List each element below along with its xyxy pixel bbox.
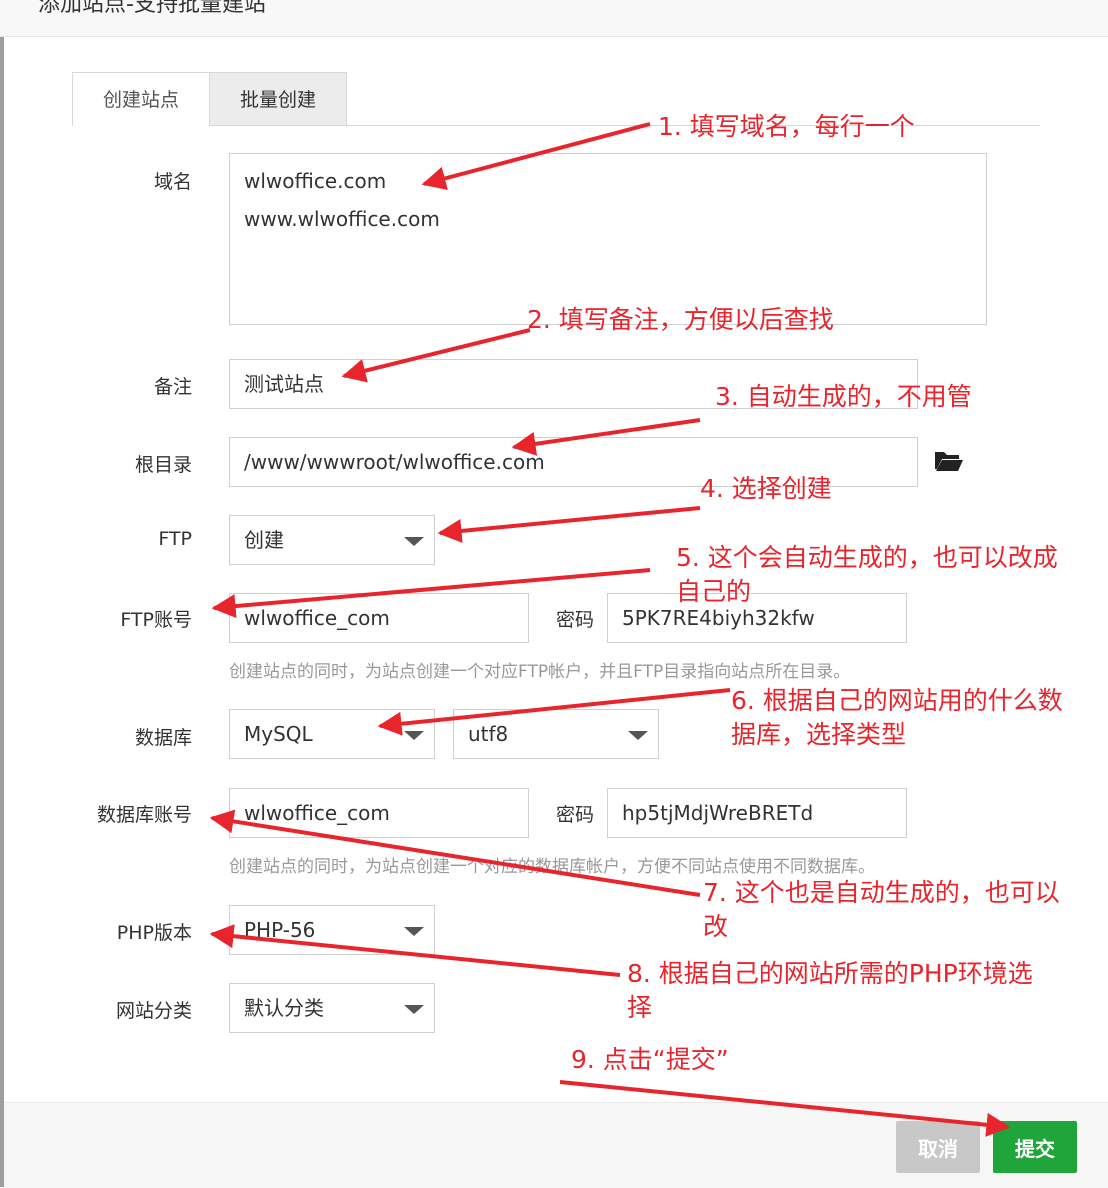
site-category-select[interactable]: 默认分类 bbox=[229, 983, 435, 1033]
annotation-note-6-line1: 6. 根据自己的网站用的什么数 bbox=[731, 686, 1063, 715]
annotation-note-5: 5. 这个会自动生成的，也可以改成 自己的 bbox=[676, 541, 1058, 609]
annotation-note-4: 4. 选择创建 bbox=[700, 474, 832, 503]
domain-line: www.wlwoffice.com bbox=[244, 207, 440, 231]
annotation-note-3: 3. 自动生成的，不用管 bbox=[715, 382, 972, 411]
remark-label: 备注 bbox=[153, 376, 192, 398]
folder-open-icon[interactable] bbox=[934, 449, 964, 473]
annotation-note-2: 2. 填写备注，方便以后查找 bbox=[527, 305, 834, 334]
tab-create-site[interactable]: 创建站点 bbox=[72, 72, 210, 126]
ftp-select[interactable]: 创建 bbox=[229, 515, 435, 565]
annotation-note-8-line2: 择 bbox=[627, 993, 653, 1022]
site-category-value: 默认分类 bbox=[244, 996, 324, 1020]
root-dir-label: 根目录 bbox=[134, 454, 192, 476]
database-label: 数据库 bbox=[134, 727, 192, 749]
cancel-button[interactable]: 取消 bbox=[896, 1121, 980, 1173]
database-type-select[interactable]: MySQL bbox=[229, 709, 435, 759]
ftp-user-input[interactable]: wlwoffice_com bbox=[229, 593, 529, 643]
chevron-down-icon bbox=[404, 927, 424, 936]
annotation-note-8-line1: 8. 根据自己的网站所需的PHP环境选 bbox=[627, 959, 1033, 988]
annotation-note-9: 9. 点击“提交” bbox=[571, 1045, 729, 1074]
ftp-account-label: FTP账号 bbox=[120, 609, 192, 631]
annotation-note-6-line2: 据库，选择类型 bbox=[731, 720, 907, 749]
database-charset-select[interactable]: utf8 bbox=[453, 709, 659, 759]
chevron-down-icon bbox=[404, 1005, 424, 1014]
annotation-note-7-line1: 7. 这个也是自动生成的，也可以 bbox=[703, 878, 1060, 907]
window-edge bbox=[0, 0, 4, 1187]
db-user-input[interactable]: wlwoffice_com bbox=[229, 788, 529, 838]
annotation-note-6: 6. 根据自己的网站用的什么数 据库，选择类型 bbox=[731, 684, 1063, 752]
php-version-value: PHP-56 bbox=[244, 918, 316, 942]
annotation-note-1: 1. 填写域名，每行一个 bbox=[658, 112, 915, 141]
dialog-title-bar: 添加站点-支持批量建站 bbox=[0, 0, 1108, 37]
db-password-label: 密码 bbox=[556, 804, 595, 826]
dialog-title: 添加站点-支持批量建站 bbox=[38, 0, 266, 17]
tab-batch-create[interactable]: 批量创建 bbox=[209, 72, 347, 126]
annotation-note-7-line2: 改 bbox=[703, 912, 729, 941]
php-version-select[interactable]: PHP-56 bbox=[229, 905, 435, 955]
annotation-note-7: 7. 这个也是自动生成的，也可以 改 bbox=[703, 876, 1060, 944]
ftp-label: FTP bbox=[158, 528, 192, 550]
annotation-note-5-line2: 自己的 bbox=[676, 577, 752, 606]
ftp-password-label: 密码 bbox=[556, 609, 595, 631]
domain-textarea[interactable]: wlwoffice.com www.wlwoffice.com bbox=[229, 153, 987, 325]
db-hint: 创建站点的同时，为站点创建一个对应的数据库帐户，方便不同站点使用不同数据库。 bbox=[229, 857, 875, 877]
annotation-note-5-line1: 5. 这个会自动生成的，也可以改成 bbox=[676, 543, 1058, 572]
ftp-hint: 创建站点的同时，为站点创建一个对应FTP帐户，并且FTP目录指向站点所在目录。 bbox=[229, 662, 851, 682]
domain-line: wlwoffice.com bbox=[244, 169, 387, 193]
chevron-down-icon bbox=[628, 731, 648, 740]
annotation-arrow bbox=[437, 506, 701, 543]
php-version-label: PHP版本 bbox=[116, 922, 192, 944]
db-password-input[interactable]: hp5tjMdjWreBRETd bbox=[607, 788, 907, 838]
database-charset-value: utf8 bbox=[468, 722, 509, 746]
submit-button[interactable]: 提交 bbox=[993, 1121, 1077, 1173]
annotation-note-8: 8. 根据自己的网站所需的PHP环境选 择 bbox=[627, 957, 1033, 1025]
chevron-down-icon bbox=[404, 731, 424, 740]
db-account-label: 数据库账号 bbox=[96, 804, 192, 826]
domain-label: 域名 bbox=[153, 171, 192, 193]
chevron-down-icon bbox=[404, 537, 424, 546]
site-category-label: 网站分类 bbox=[115, 1000, 192, 1022]
database-type-value: MySQL bbox=[244, 722, 313, 746]
ftp-select-value: 创建 bbox=[244, 528, 284, 552]
